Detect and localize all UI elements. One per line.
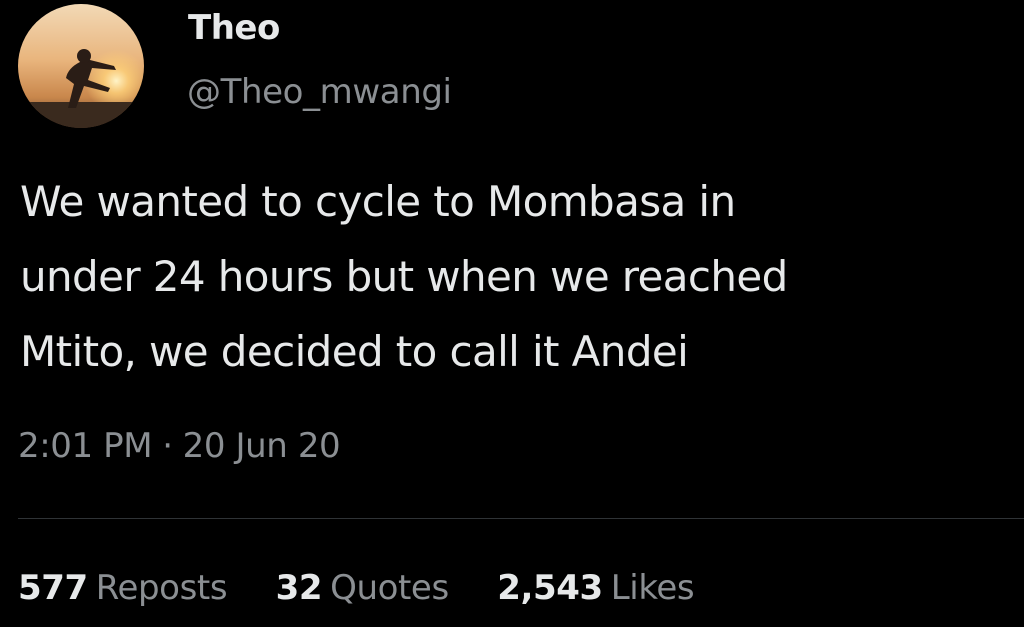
reposts-label: Reposts — [95, 568, 228, 608]
quotes-stat[interactable]: 32 Quotes — [275, 568, 450, 608]
tweet-text-line: Mtito, we decided to call it Andei — [20, 327, 689, 376]
tweet-text: We wanted to cycle to Mombasa in under 2… — [20, 164, 1010, 389]
tweet-time[interactable]: 2:01 PM — [18, 426, 153, 466]
quotes-label: Quotes — [330, 568, 449, 608]
tweet-timestamp: 2:01 PM · 20 Jun 20 — [18, 426, 341, 466]
author-display-name[interactable]: Theo — [188, 8, 280, 48]
divider — [18, 518, 1024, 519]
author-handle[interactable]: @Theo_mwangi — [187, 72, 452, 112]
tweet-text-line: We wanted to cycle to Mombasa in — [20, 177, 736, 226]
likes-count: 2,543 — [497, 568, 603, 608]
engagement-stats: 577 Reposts 32 Quotes 2,543 Likes — [18, 568, 732, 608]
tweet-card: Theo @Theo_mwangi We wanted to cycle to … — [0, 0, 1024, 627]
reposts-stat[interactable]: 577 Reposts — [18, 568, 228, 608]
tweet-date[interactable]: 20 Jun 20 — [183, 426, 341, 466]
timestamp-separator: · — [162, 426, 173, 466]
likes-label: Likes — [610, 568, 695, 608]
author-avatar[interactable] — [18, 4, 144, 128]
likes-stat[interactable]: 2,543 Likes — [497, 568, 694, 608]
reposts-count: 577 — [18, 568, 88, 608]
tweet-text-line: under 24 hours but when we reached — [20, 252, 788, 301]
avatar-photo-icon — [18, 4, 144, 128]
quotes-count: 32 — [275, 568, 323, 608]
